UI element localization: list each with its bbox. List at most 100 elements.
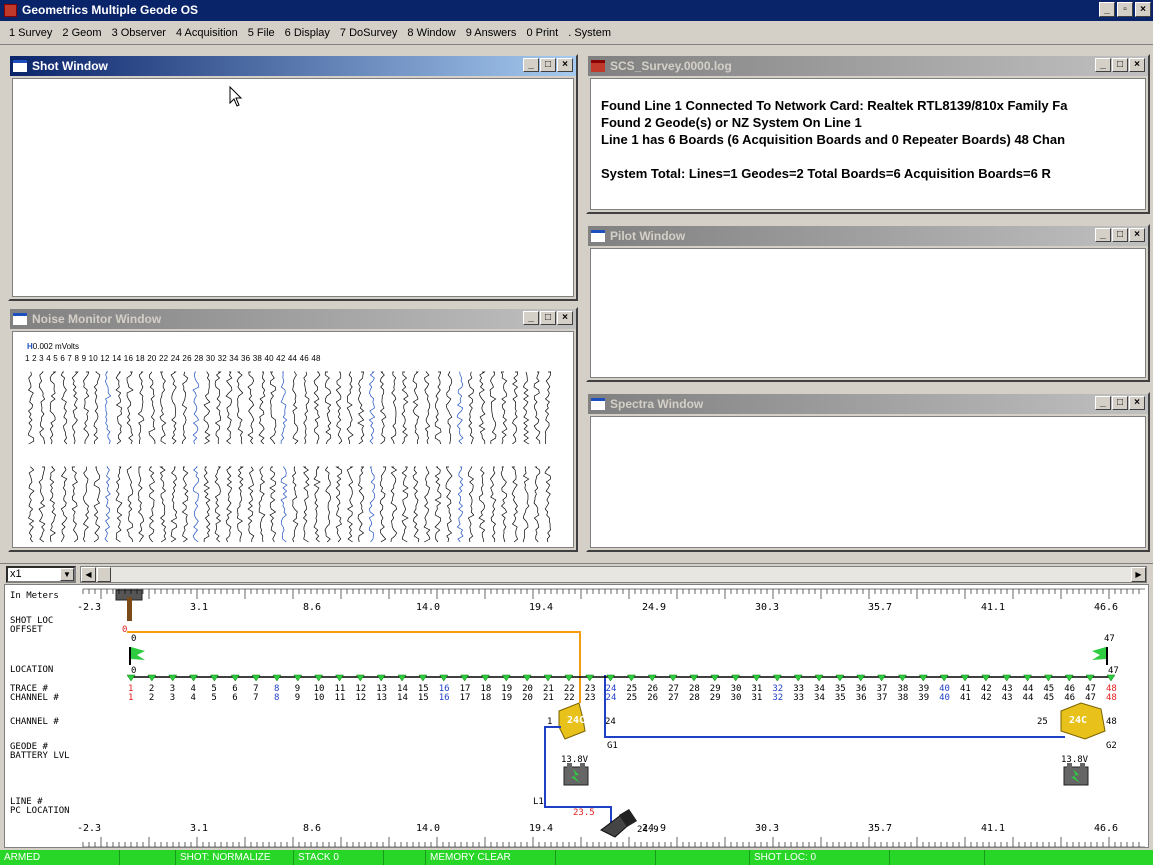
geophone-icon[interactable] xyxy=(897,674,907,682)
geophone-icon[interactable] xyxy=(314,674,324,682)
geophone-icon[interactable] xyxy=(710,674,720,682)
scroll-thumb[interactable] xyxy=(97,567,111,582)
geophone-icon[interactable] xyxy=(397,674,407,682)
geophone-icon[interactable] xyxy=(939,674,949,682)
geophone-icon[interactable] xyxy=(731,674,741,682)
minimize-button[interactable]: _ xyxy=(1095,228,1111,242)
geophone-icon[interactable] xyxy=(752,674,761,682)
geophone-icon[interactable] xyxy=(585,674,595,682)
close-button[interactable]: × xyxy=(1129,228,1145,242)
geophone-icon[interactable] xyxy=(480,674,490,682)
geophone-icon[interactable] xyxy=(189,674,199,682)
menu-observer[interactable]: 3 Observer xyxy=(107,27,171,39)
close-button[interactable]: × xyxy=(1129,58,1145,72)
menu-file[interactable]: 5 File xyxy=(243,27,280,39)
maximize-button[interactable]: □ xyxy=(1112,228,1128,242)
geophone-icon[interactable] xyxy=(1085,674,1095,682)
minimize-button[interactable]: _ xyxy=(1095,396,1111,410)
close-button[interactable]: × xyxy=(1129,396,1145,410)
geophone-icon[interactable] xyxy=(1043,674,1053,682)
geophone-icon[interactable] xyxy=(168,674,178,682)
geophone-icon[interactable] xyxy=(147,674,157,682)
scroll-right-icon[interactable]: ▶ xyxy=(1131,567,1146,582)
geophone-icon[interactable] xyxy=(460,674,470,682)
shot-window-content[interactable] xyxy=(12,78,574,297)
close-button[interactable]: × xyxy=(557,311,573,325)
hammer-icon[interactable] xyxy=(115,589,143,621)
geophone-icon[interactable] xyxy=(1002,674,1012,682)
geophone-icon[interactable] xyxy=(647,674,657,682)
maximize-button[interactable]: □ xyxy=(1112,396,1128,410)
geophone-icon[interactable] xyxy=(439,674,449,682)
geophone-icon[interactable] xyxy=(981,674,991,682)
minimize-button[interactable]: _ xyxy=(1095,58,1111,72)
geophone-icon[interactable] xyxy=(1023,674,1033,682)
menu-display[interactable]: 6 Display xyxy=(280,27,335,39)
geophone-icon[interactable] xyxy=(418,674,428,682)
geophone-icon[interactable] xyxy=(856,674,866,682)
shot-window-titlebar[interactable]: Shot Window _ □ × xyxy=(10,56,576,76)
close-button[interactable]: × xyxy=(557,58,573,72)
geophone-icon[interactable] xyxy=(272,674,282,682)
survey-layout-panel[interactable]: In Meters SHOT LOC OFFSET LOCATION TRACE… xyxy=(4,584,1149,848)
log-content[interactable]: Found Line 1 Connected To Network Card: … xyxy=(590,78,1146,210)
app-minimize-button[interactable]: _ xyxy=(1099,2,1115,17)
zoom-select[interactable]: x1 ▼ xyxy=(6,566,76,583)
geophone-icon[interactable] xyxy=(835,674,845,682)
geophone-icon[interactable] xyxy=(689,674,699,682)
menu-answers[interactable]: 9 Answers xyxy=(461,27,522,39)
geophone-icon[interactable] xyxy=(543,674,553,682)
geophone-icon[interactable] xyxy=(918,674,928,682)
scroll-left-icon[interactable]: ◀ xyxy=(81,567,96,582)
app-restore-button[interactable]: ▫ xyxy=(1117,2,1133,17)
menu-print[interactable]: 0 Print xyxy=(521,27,563,39)
minimize-button[interactable]: _ xyxy=(523,58,539,72)
geode-g2[interactable]: 24C 25 48 G2 xyxy=(1037,702,1117,751)
pilot-window-titlebar[interactable]: Pilot Window _ □ × xyxy=(588,226,1148,246)
menu-dosurvey[interactable]: 7 DoSurvey xyxy=(335,27,402,39)
noise-window-titlebar[interactable]: Noise Monitor Window _ □ × xyxy=(10,309,576,329)
menu-acquisition[interactable]: 4 Acquisition xyxy=(171,27,243,39)
spectra-window-titlebar[interactable]: Spectra Window _ □ × xyxy=(588,394,1148,414)
geophone-icon[interactable] xyxy=(772,674,782,682)
geophone-icon[interactable] xyxy=(209,674,219,682)
noise-trace xyxy=(159,371,167,445)
geophone-icon[interactable] xyxy=(376,674,386,682)
channel-number: 13 xyxy=(376,693,387,703)
geophone-icon[interactable] xyxy=(877,674,887,682)
spectra-content[interactable] xyxy=(590,416,1146,548)
geophone-icon[interactable] xyxy=(293,674,303,682)
maximize-button[interactable]: □ xyxy=(1112,58,1128,72)
geophone-icon[interactable] xyxy=(1106,674,1116,682)
chevron-down-icon[interactable]: ▼ xyxy=(60,568,74,581)
menu-geom[interactable]: 2 Geom xyxy=(57,27,106,39)
geophone-icon[interactable] xyxy=(355,674,365,682)
app-close-button[interactable]: × xyxy=(1135,2,1151,17)
geophone-icon[interactable] xyxy=(1064,674,1074,682)
horizontal-scrollbar[interactable]: ◀ ▶ xyxy=(80,566,1147,583)
geophone-icon[interactable] xyxy=(126,674,136,682)
mouse-cursor-icon xyxy=(229,86,243,107)
geophone-icon[interactable] xyxy=(626,674,636,682)
geophone-icon[interactable] xyxy=(501,674,511,682)
geophone-icon[interactable] xyxy=(522,674,532,682)
geophone-icon[interactable] xyxy=(793,674,803,682)
log-line: System Total: Lines=1 Geodes=2 Total Boa… xyxy=(601,166,1051,181)
laptop-icon[interactable] xyxy=(600,809,637,838)
menu-survey[interactable]: 1 Survey xyxy=(4,27,57,39)
menu-system[interactable]: . System xyxy=(563,27,616,39)
log-window-titlebar[interactable]: SCS_Survey.0000.log _ □ × xyxy=(588,56,1148,76)
geophone-icon[interactable] xyxy=(814,674,824,682)
geophone-icon[interactable] xyxy=(668,674,678,682)
geophone-icon[interactable] xyxy=(230,674,240,682)
maximize-button[interactable]: □ xyxy=(540,311,556,325)
geophone-icon[interactable] xyxy=(606,674,616,682)
geophone-icon[interactable] xyxy=(335,674,344,682)
maximize-button[interactable]: □ xyxy=(540,58,556,72)
pilot-content[interactable] xyxy=(590,248,1146,378)
menu-window[interactable]: 8 Window xyxy=(402,27,460,39)
geophone-icon[interactable] xyxy=(960,674,970,682)
geophone-icon[interactable] xyxy=(564,674,574,682)
minimize-button[interactable]: _ xyxy=(523,311,539,325)
geophone-icon[interactable] xyxy=(251,674,261,682)
